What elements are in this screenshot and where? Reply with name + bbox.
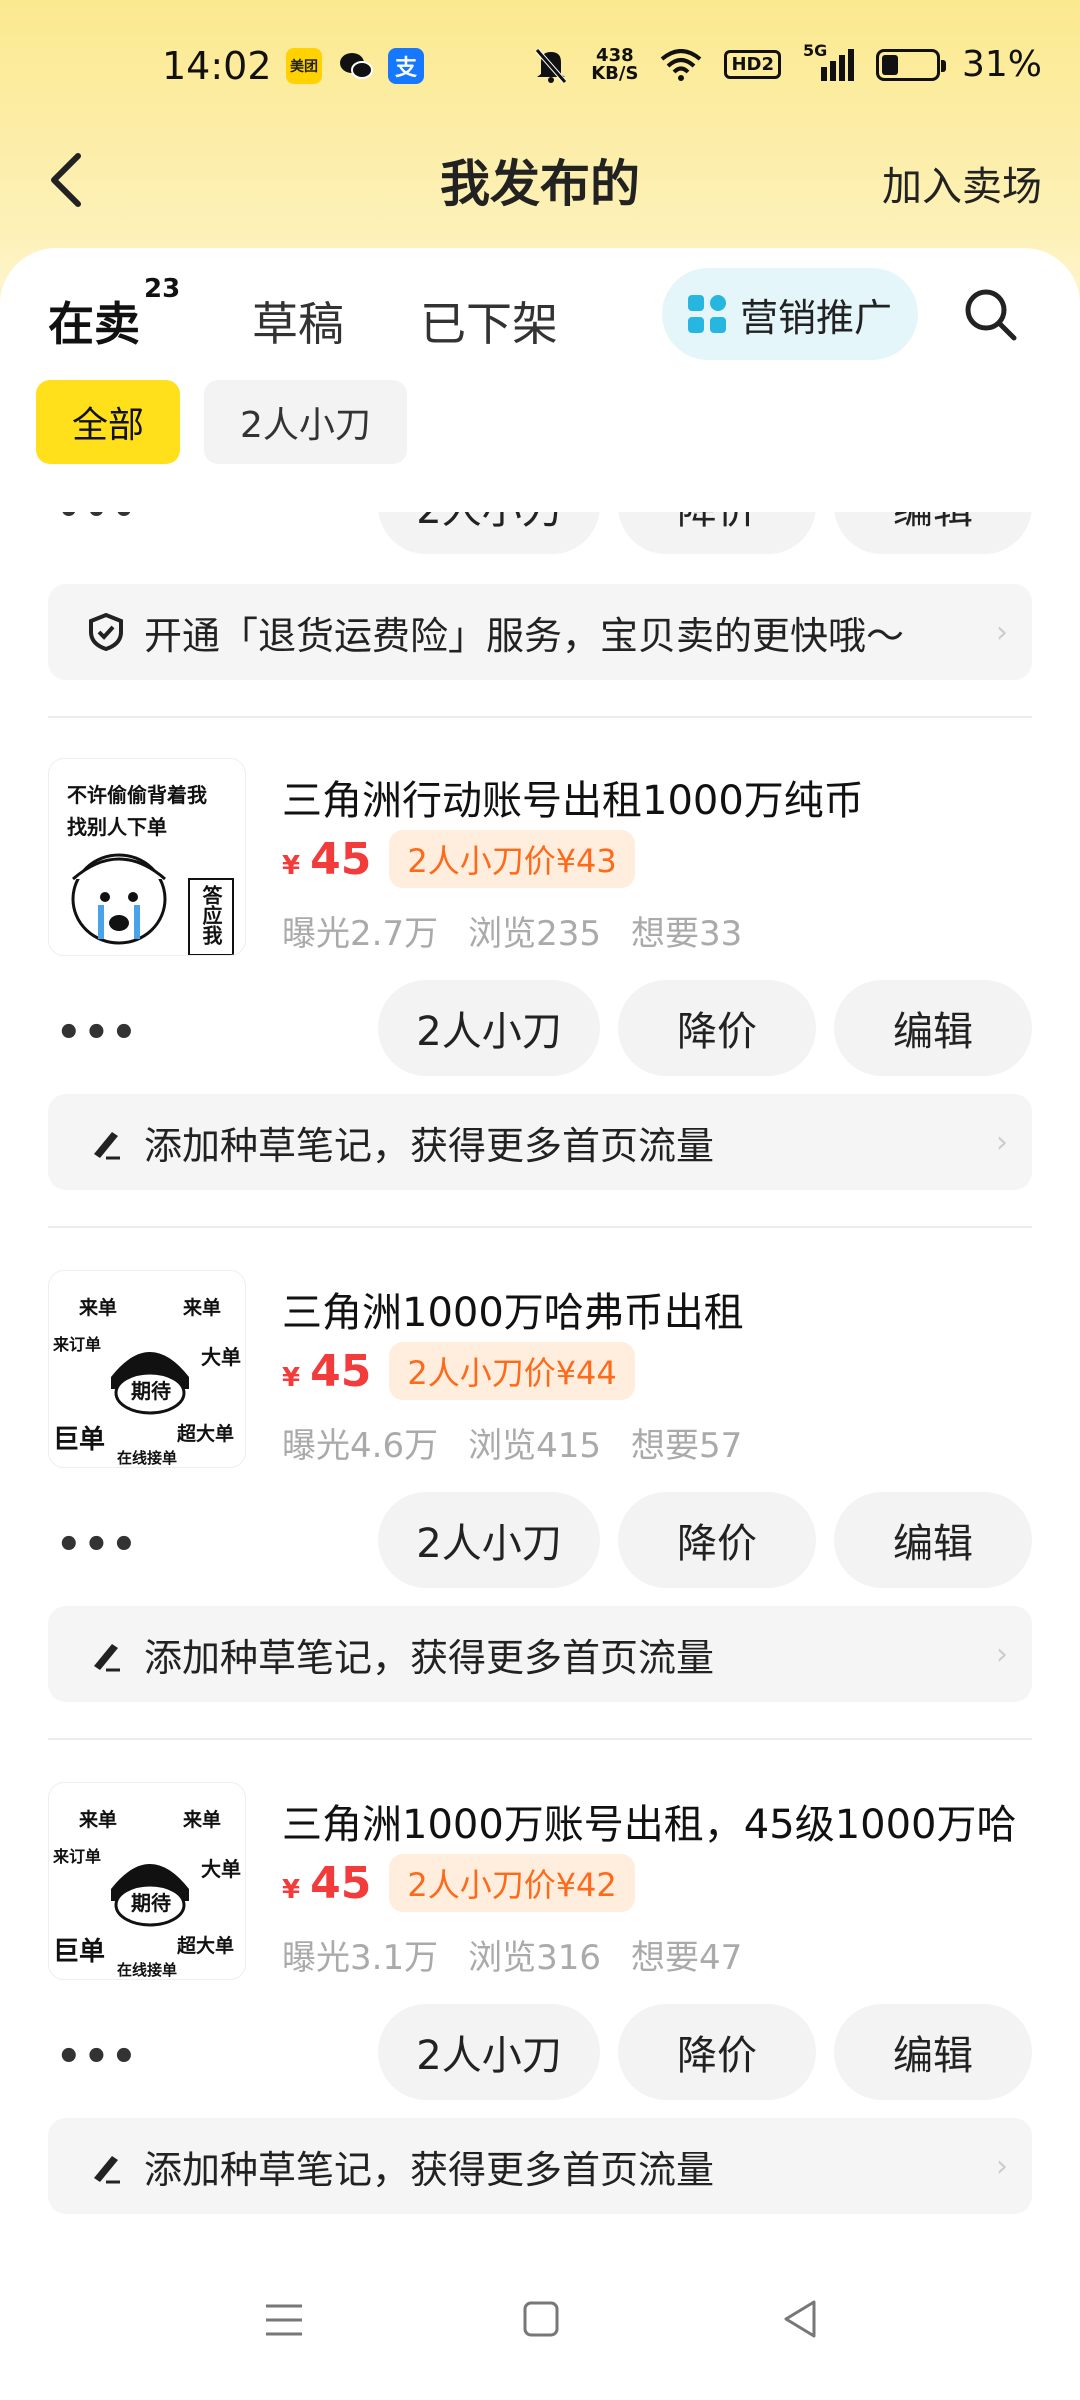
battery-icon	[875, 48, 946, 81]
want-count: 想要47	[630, 1938, 743, 1978]
bargain-price-tag: 2人小刀价¥44	[389, 1342, 635, 1400]
item-price: ¥45	[282, 1857, 372, 1909]
shield-check-icon	[89, 612, 123, 652]
tab-selling[interactable]: 在卖 23	[48, 274, 180, 354]
exposure-count: 曝光3.1万	[282, 1938, 439, 1978]
item-actions: ••• 2人小刀 降价 编辑	[0, 1492, 1080, 1588]
tab-drafts[interactable]: 草稿	[252, 288, 344, 354]
seeding-note-tip[interactable]: 添加种草笔记，获得更多首页流量 ›	[48, 2118, 1032, 2214]
menu-icon[interactable]	[264, 2300, 304, 2340]
more-dots-icon[interactable]: •••	[56, 512, 139, 534]
chip-bargain[interactable]: 2人小刀	[204, 380, 407, 464]
meituan-app-icon: 美团	[286, 48, 322, 84]
pen-icon	[94, 2156, 120, 2184]
item-price-row: ¥45 2人小刀价¥44	[282, 1342, 635, 1400]
view-count: 浏览235	[468, 914, 601, 954]
cellular-signal-icon: 5G	[803, 41, 854, 81]
exposure-count: 曝光2.7万	[282, 914, 439, 954]
wifi-icon	[661, 48, 702, 81]
want-count: 想要57	[630, 1426, 743, 1466]
divider	[48, 1226, 1032, 1228]
bargain-button[interactable]: 2人小刀	[378, 980, 600, 1076]
reduce-price-button[interactable]: 降价	[618, 1492, 816, 1588]
exposure-count: 曝光4.6万	[282, 1426, 439, 1466]
bargain-price-tag: 2人小刀价¥43	[389, 830, 635, 888]
item-actions: ••• 2人小刀 降价 编辑	[0, 2004, 1080, 2100]
chevron-right-icon: ›	[996, 614, 1008, 650]
item-actions: ••• 2人小刀 降价 编辑	[0, 512, 1080, 554]
wechat-app-icon	[338, 48, 374, 84]
marketing-promo-button[interactable]: 营销推广	[662, 268, 918, 360]
mute-bell-icon	[535, 47, 568, 84]
status-time: 14:02	[162, 44, 272, 88]
item-price-row: ¥45 2人小刀价¥43	[282, 830, 635, 888]
bargain-button[interactable]: 2人小刀	[378, 2004, 600, 2100]
alipay-app-icon: 支	[388, 48, 424, 84]
home-square-icon[interactable]	[522, 2300, 560, 2338]
item-title: 三角洲行动账号出租1000万纯币	[282, 778, 864, 824]
status-tabs: 在卖 23 草稿 已下架 营销推广	[0, 248, 1080, 378]
view-count: 浏览316	[468, 1938, 601, 1978]
system-nav-bar	[0, 2250, 1080, 2400]
filter-chips: 全部 2人小刀	[36, 380, 407, 464]
item-actions: ••• 2人小刀 降价 编辑	[0, 980, 1080, 1076]
item-price: ¥45	[282, 833, 372, 885]
chevron-right-icon: ›	[996, 1124, 1008, 1160]
divider	[48, 1738, 1032, 1740]
item-title: 三角洲1000万哈弗币出租	[282, 1290, 744, 1336]
item-title: 三角洲1000万账号出租，45级1000万哈	[282, 1802, 1017, 1848]
chevron-right-icon: ›	[996, 1636, 1008, 1672]
reduce-price-button[interactable]: 降价	[618, 512, 816, 554]
promo-grid-icon	[687, 295, 726, 333]
item-price-row: ¥45 2人小刀价¥42	[282, 1854, 635, 1912]
more-dots-icon[interactable]: •••	[56, 2034, 139, 2080]
battery-percent: 31%	[961, 44, 1042, 85]
edit-button[interactable]: 编辑	[834, 980, 1032, 1076]
item-thumbnail: 不许偷偷背着我 找别人下单 答应我	[48, 758, 246, 956]
want-count: 想要33	[630, 914, 743, 954]
more-dots-icon[interactable]: •••	[56, 1010, 139, 1056]
more-dots-icon[interactable]: •••	[56, 1522, 139, 1568]
edit-button[interactable]: 编辑	[834, 1492, 1032, 1588]
search-icon[interactable]	[960, 284, 1020, 344]
seeding-note-tip[interactable]: 添加种草笔记，获得更多首页流量 ›	[48, 1606, 1032, 1702]
item-thumbnail: 来单 来单 来订单 大单 期待 巨单 超大单 在线接单	[48, 1782, 246, 1980]
hd-voice-badge: HD2	[724, 50, 781, 79]
chevron-right-icon: ›	[996, 2148, 1008, 2184]
network-speed: 438 KB/S	[591, 44, 639, 84]
item-stats: 曝光2.7万 浏览235 想要33	[282, 906, 742, 955]
edit-button[interactable]: 编辑	[834, 2004, 1032, 2100]
listing-list: ••• 2人小刀 降价 编辑 开通「退货运费险」服务，宝贝卖的更快哦～ › 不许…	[0, 512, 1080, 2282]
item-price: ¥45	[282, 1345, 372, 1397]
item-stats: 曝光3.1万 浏览316 想要47	[282, 1930, 742, 1979]
bargain-price-tag: 2人小刀价¥42	[389, 1854, 635, 1912]
divider	[48, 716, 1032, 718]
bargain-button[interactable]: 2人小刀	[378, 512, 600, 554]
freight-insurance-tip[interactable]: 开通「退货运费险」服务，宝贝卖的更快哦～ ›	[48, 584, 1032, 680]
back-triangle-icon[interactable]	[780, 2298, 820, 2340]
pen-icon	[94, 1644, 120, 1672]
reduce-price-button[interactable]: 降价	[618, 980, 816, 1076]
join-market-button[interactable]: 加入卖场	[882, 154, 1042, 212]
seeding-note-tip[interactable]: 添加种草笔记，获得更多首页流量 ›	[48, 1094, 1032, 1190]
status-bar: 14:02 美团 支 438 KB/S HD2 5G 31%	[0, 0, 1080, 135]
reduce-price-button[interactable]: 降价	[618, 2004, 816, 2100]
tab-removed[interactable]: 已下架	[420, 288, 558, 354]
item-stats: 曝光4.6万 浏览415 想要57	[282, 1418, 742, 1467]
edit-button[interactable]: 编辑	[834, 512, 1032, 554]
selling-count: 23	[144, 274, 181, 304]
bargain-button[interactable]: 2人小刀	[378, 1492, 600, 1588]
chip-all[interactable]: 全部	[36, 380, 181, 464]
pen-icon	[94, 1132, 120, 1160]
item-thumbnail: 来单 来单 来订单 大单 期待 巨单 超大单 在线接单	[48, 1270, 246, 1468]
view-count: 浏览415	[468, 1426, 601, 1466]
